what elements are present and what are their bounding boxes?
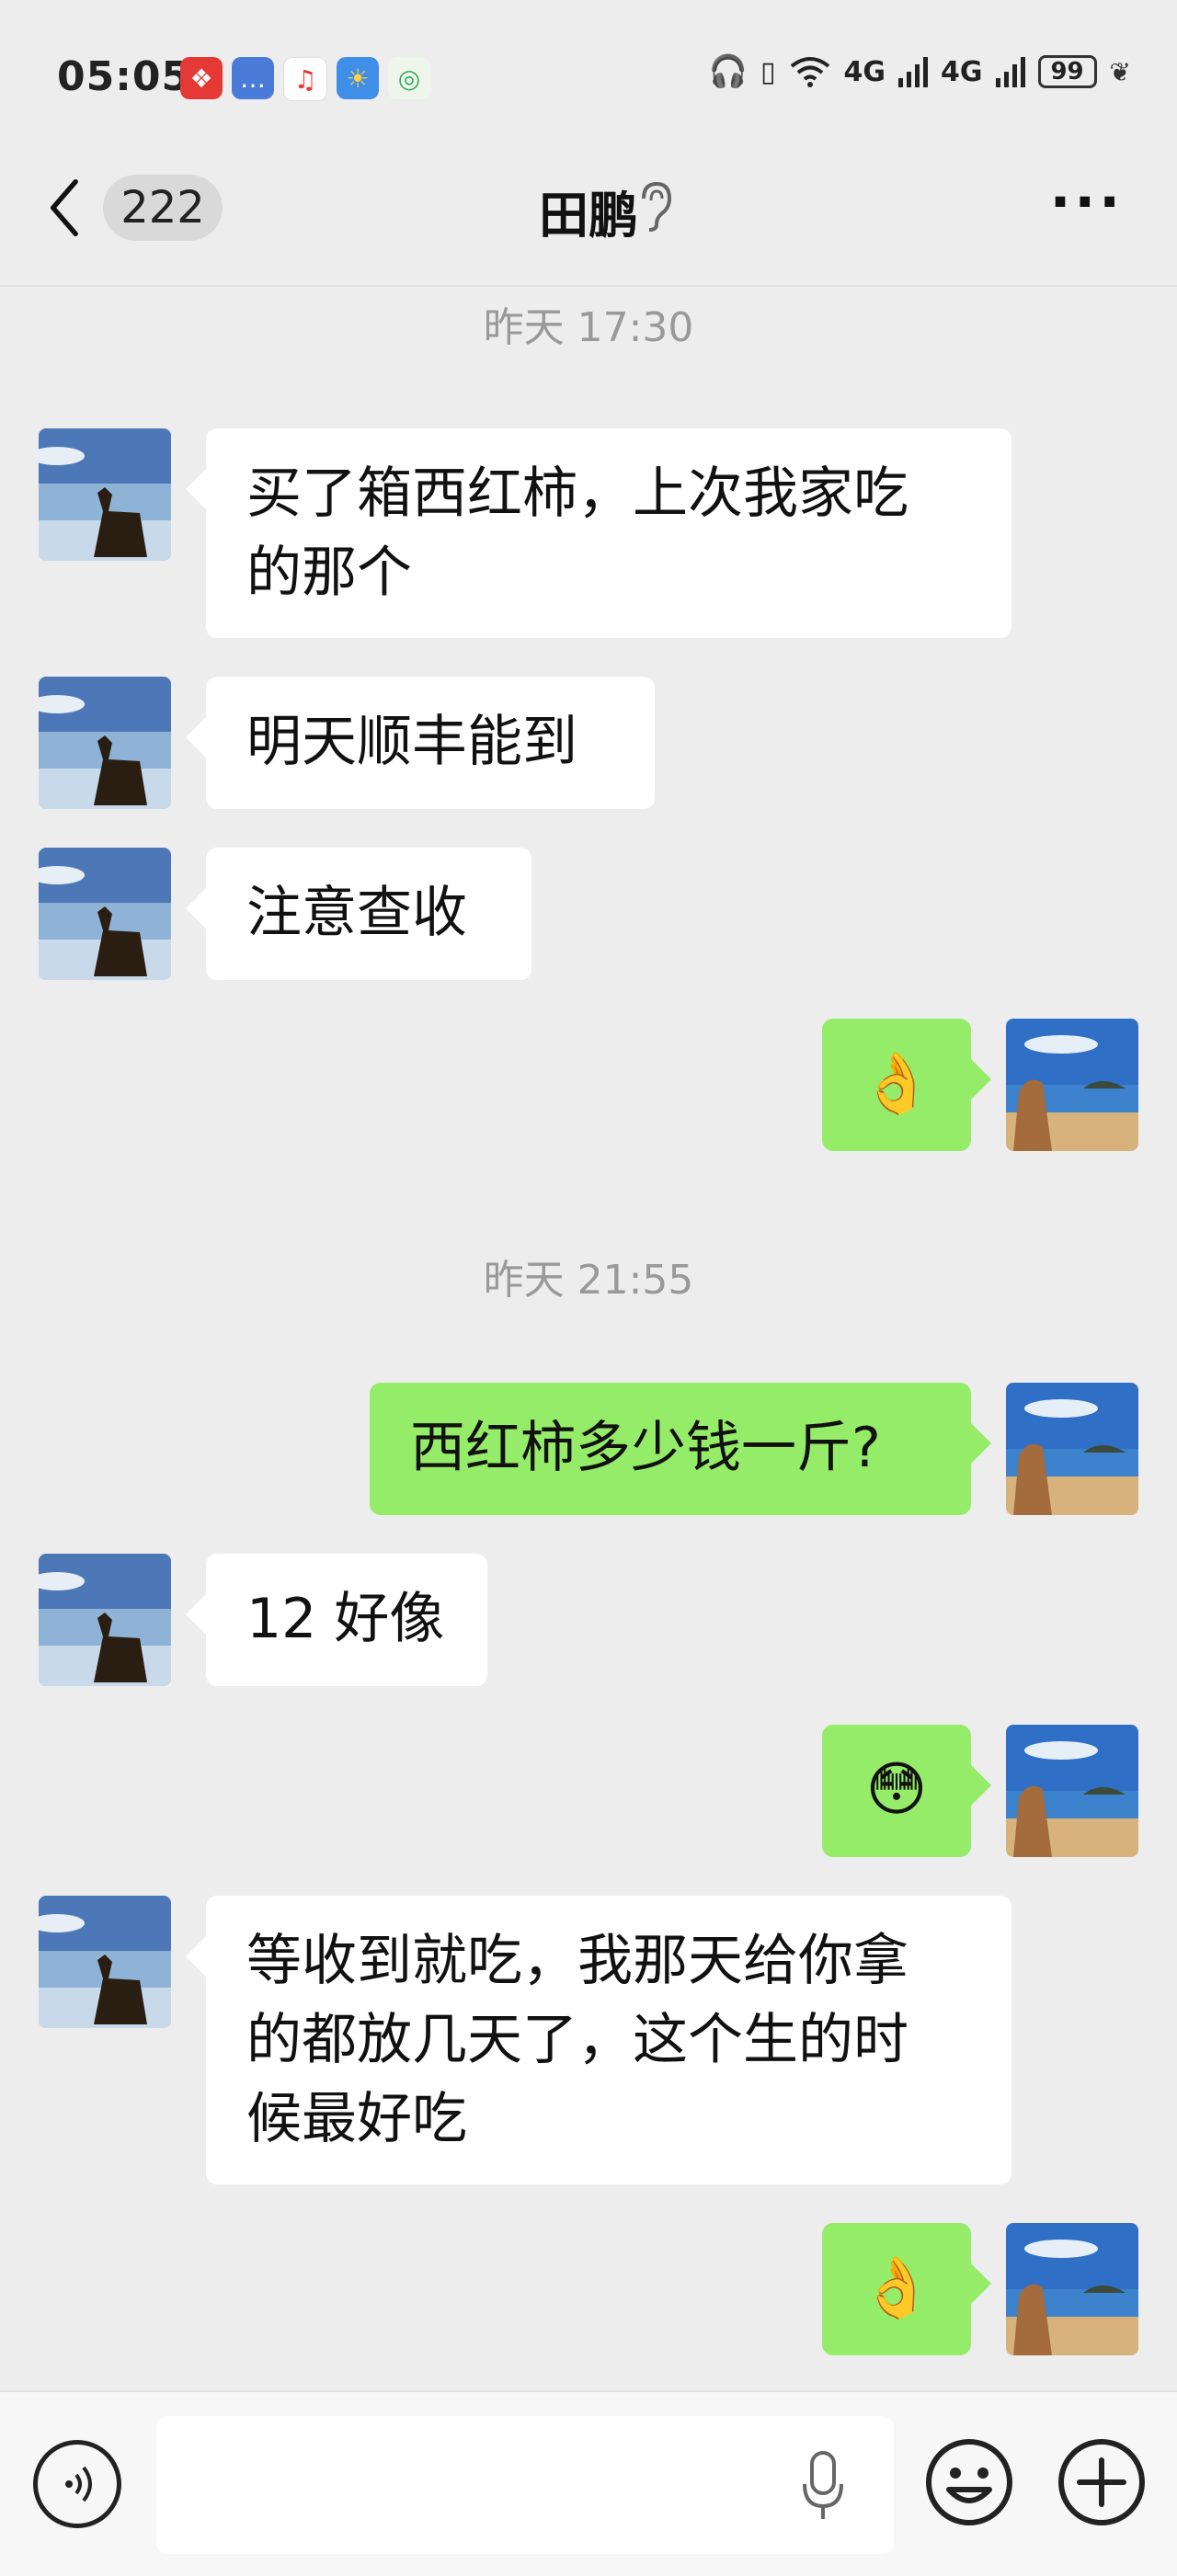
message-text-line: 等收到就吃，我那天给你拿	[246, 1929, 908, 1993]
signal-2-label: 4G	[941, 55, 983, 88]
signal-1-label: 4G	[843, 55, 886, 88]
contact-avatar[interactable]	[39, 428, 171, 561]
timestamp: 昨天 21:55	[483, 1257, 694, 1304]
leaf-icon: ❦	[1109, 56, 1131, 87]
contact-avatar[interactable]	[39, 1554, 171, 1686]
message-text-line: 买了箱西红柿，上次我家吃	[246, 462, 908, 526]
voice-wave-icon	[65, 2466, 92, 2502]
message-bubble-received[interactable]: 12 好像	[186, 1554, 487, 1686]
microphone-icon[interactable]	[800, 2449, 846, 2523]
message-bubble-sent[interactable]: 西红柿多少钱一斤?	[370, 1383, 991, 1515]
plus-button[interactable]	[1056, 2436, 1148, 2528]
my-avatar[interactable]	[1006, 1383, 1138, 1515]
contact-avatar[interactable]	[39, 848, 171, 980]
status-app-icons: ❖ … ♫ ☀ ◎	[180, 57, 430, 101]
message-input[interactable]	[156, 2416, 894, 2554]
wifi-icon	[790, 57, 829, 87]
message-bubble-received[interactable]: 买了箱西红柿，上次我家吃 的那个	[186, 428, 1011, 638]
my-avatar[interactable]	[1006, 1725, 1138, 1857]
message-bubble-received[interactable]: 注意查收	[186, 848, 531, 980]
status-indicators: 🎧 ▯ 4G 4G 99 ❦	[709, 53, 1131, 90]
message-text-line: 的那个	[246, 541, 412, 605]
timestamp: 昨天 17:30	[483, 304, 694, 351]
signal-bars-icon	[898, 57, 929, 87]
ok-hand-emoji: 👌	[860, 1050, 933, 1118]
message-bubble-sent[interactable]: 😳	[822, 1725, 991, 1857]
my-avatar[interactable]	[1006, 2223, 1138, 2355]
message-bubble-sent[interactable]: 👌	[822, 2223, 991, 2355]
my-avatar[interactable]	[1006, 1019, 1138, 1151]
music-icon: ♫	[283, 57, 327, 101]
message-bubble-received[interactable]: 明天顺丰能到	[186, 677, 655, 809]
headphones-icon: 🎧	[708, 53, 748, 90]
ear-icon	[642, 181, 672, 232]
flushed-face-emoji: 😳	[865, 1756, 928, 1824]
emoji-button[interactable]	[923, 2436, 1015, 2528]
voice-input-button[interactable]	[33, 2440, 121, 2528]
status-bar: 05:05 ❖ … ♫ ☀ ◎ 🎧 ▯ 4G 4G 99 ❦	[0, 0, 1177, 156]
message-bubble-received[interactable]: 等收到就吃，我那天给你拿 的都放几天了，这个生的时 候最好吃	[186, 1896, 1011, 2184]
ok-hand-emoji: 👌	[860, 2254, 933, 2322]
app-red-icon: ❖	[180, 57, 223, 99]
input-bar	[0, 2390, 1177, 2576]
weather-icon: ☀	[337, 57, 379, 99]
nav-divider	[0, 285, 1177, 287]
contact-avatar[interactable]	[39, 1896, 171, 2028]
message-text-line: 的都放几天了，这个生的时	[246, 2008, 908, 2072]
battery-indicator: 99	[1037, 55, 1097, 88]
message-icon: …	[232, 57, 274, 99]
vibrate-icon: ▯	[760, 55, 776, 88]
message-bubble-sent[interactable]: 👌	[822, 1019, 991, 1151]
status-time: 05:05	[57, 53, 191, 100]
message-text-line: 候最好吃	[246, 2087, 467, 2151]
chat-title[interactable]: 田鹏	[0, 175, 1177, 247]
contact-avatar[interactable]	[39, 677, 171, 809]
app-green-icon: ◎	[388, 57, 430, 99]
more-options-icon[interactable]: ···	[1050, 175, 1124, 230]
signal-bars-2-icon	[995, 57, 1025, 87]
